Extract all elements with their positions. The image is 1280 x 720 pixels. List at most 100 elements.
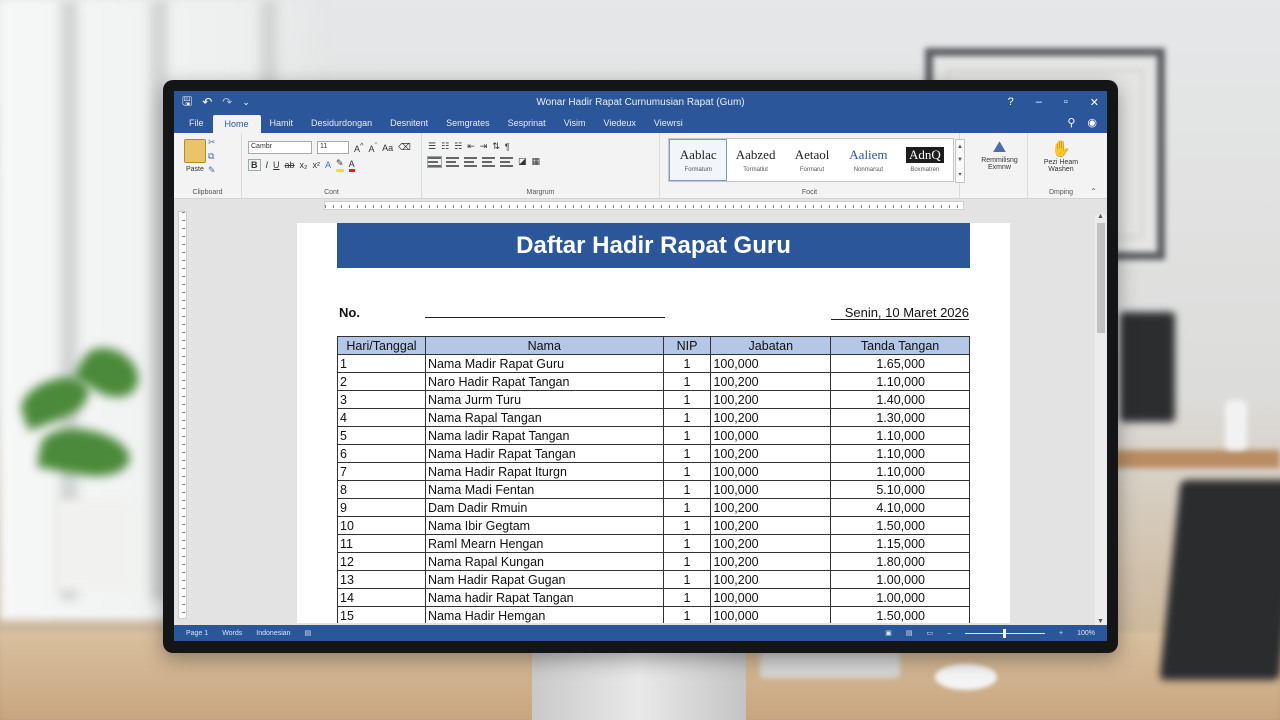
row-number[interactable]: 6 xyxy=(337,444,426,463)
cut-icon[interactable]: ✂ xyxy=(208,137,216,148)
scroll-thumb[interactable] xyxy=(1097,223,1105,333)
row-number[interactable]: 15 xyxy=(337,606,426,623)
language-indicator[interactable]: Indonesian xyxy=(256,630,290,637)
word-count[interactable]: Words xyxy=(222,630,242,637)
vertical-ruler[interactable] xyxy=(178,211,187,619)
signature-value[interactable]: 1.50,000 xyxy=(830,516,970,535)
signature-value[interactable]: 1.50,000 xyxy=(830,606,970,623)
style-title[interactable]: AdnQ Boxmatren xyxy=(897,139,953,181)
nip-value[interactable]: 1 xyxy=(662,372,712,391)
zoom-level[interactable]: 100% xyxy=(1077,630,1095,637)
nip-value[interactable]: 1 xyxy=(662,588,712,607)
signature-value[interactable]: 1.40,000 xyxy=(830,390,970,409)
position-value[interactable]: 100,000 xyxy=(710,426,832,445)
help-icon[interactable]: ? xyxy=(1008,96,1014,109)
table-row[interactable]: 5 Nama ladir Rapat Tangan 1 100,000 1.10,000 xyxy=(337,426,970,445)
nip-value[interactable]: 1 xyxy=(662,570,712,589)
tab-layout[interactable]: Desnitent xyxy=(381,118,437,133)
table-row[interactable]: 3 Nama Jurm Turu 1 100,200 1.40,000 xyxy=(337,390,970,409)
position-value[interactable]: 100,000 xyxy=(710,480,832,499)
table-row[interactable]: 10 Nama Ibir Gegtam 1 100,200 1.50,000 xyxy=(337,516,970,535)
table-row[interactable]: 6 Nama Hadir Rapat Tangan 1 100,200 1.10,000 xyxy=(337,444,970,463)
signature-value[interactable]: 1.80,000 xyxy=(830,552,970,571)
attendee-name[interactable]: Nama Rapal Kungan xyxy=(424,552,664,571)
read-mode-icon[interactable]: ▣ xyxy=(885,629,892,637)
signature-value[interactable]: 1.30,000 xyxy=(830,408,970,427)
strikethrough-icon[interactable]: ab xyxy=(285,160,295,170)
style-heading-1[interactable]: Aetaol Formarut xyxy=(784,139,840,181)
dictate-label-1[interactable]: Pezi Heam xyxy=(1034,159,1088,166)
nip-value[interactable]: 1 xyxy=(662,498,712,517)
row-number[interactable]: 9 xyxy=(337,498,426,517)
font-size-combo[interactable]: 11 xyxy=(317,141,349,154)
position-value[interactable]: 100,200 xyxy=(710,498,832,517)
signature-value[interactable]: 1.65,000 xyxy=(830,354,970,373)
subscript-icon[interactable]: x₂ xyxy=(300,160,308,170)
position-value[interactable]: 100,200 xyxy=(710,390,832,409)
justify-icon[interactable] xyxy=(482,156,495,167)
tab-mailings[interactable]: Sesprinat xyxy=(499,118,555,133)
position-value[interactable]: 100,200 xyxy=(710,444,832,463)
nip-value[interactable]: 1 xyxy=(662,444,712,463)
align-right-icon[interactable] xyxy=(464,156,477,167)
collapse-ribbon-icon[interactable]: ⌃ xyxy=(1090,187,1097,196)
signature-value[interactable]: 1.00,000 xyxy=(830,588,970,607)
dictate-icon[interactable]: ✋ xyxy=(1034,139,1088,159)
multilevel-list-icon[interactable]: ☵ xyxy=(454,141,462,152)
signature-value[interactable]: 1.15,000 xyxy=(830,534,970,553)
chevron-up-icon[interactable]: ▲ xyxy=(957,144,963,150)
attendee-name[interactable]: Raml Mearn Hengan xyxy=(424,534,664,553)
tab-view[interactable]: Viedeux xyxy=(595,118,645,133)
copy-icon[interactable]: ⧉ xyxy=(208,151,216,162)
position-value[interactable]: 100,200 xyxy=(710,570,832,589)
row-number[interactable]: 7 xyxy=(337,462,426,481)
signature-value[interactable]: 1.10,000 xyxy=(830,462,970,481)
editing-label-1[interactable]: Remmilisng xyxy=(978,157,1021,164)
position-value[interactable]: 100,200 xyxy=(710,534,832,553)
nip-value[interactable]: 1 xyxy=(662,606,712,623)
show-marks-icon[interactable]: ¶ xyxy=(505,142,510,152)
position-value[interactable]: 100,000 xyxy=(710,462,832,481)
nip-value[interactable]: 1 xyxy=(662,408,712,427)
table-row[interactable]: 12 Nama Rapal Kungan 1 100,200 1.80,000 xyxy=(337,552,970,571)
styles-pane-icon[interactable]: ⛰ xyxy=(978,139,1021,157)
clear-formatting-icon[interactable]: ⌫ xyxy=(398,142,411,153)
align-center-icon[interactable] xyxy=(446,156,459,167)
account-icon[interactable]: ⚲ xyxy=(1067,116,1075,129)
increase-indent-icon[interactable]: ⇥ xyxy=(480,141,488,152)
font-name-combo[interactable]: Cambr xyxy=(248,141,312,154)
scroll-down-icon[interactable]: ▼ xyxy=(1097,618,1104,625)
tab-home[interactable]: Home xyxy=(212,115,261,133)
row-number[interactable]: 14 xyxy=(337,588,426,607)
align-left-icon[interactable] xyxy=(427,155,442,168)
restore-button[interactable]: ▫ xyxy=(1064,96,1068,109)
zoom-slider[interactable] xyxy=(965,628,1045,638)
table-row[interactable]: 11 Raml Mearn Hengan 1 100,200 1.15,000 xyxy=(337,534,970,553)
accessibility-icon[interactable]: ▤ xyxy=(305,629,312,637)
table-row[interactable]: 13 Nam Hadir Rapat Gugan 1 100,200 1.00,000 xyxy=(337,570,970,589)
bold-button[interactable]: B xyxy=(248,159,261,171)
zoom-in-icon[interactable]: + xyxy=(1059,630,1063,637)
page-count[interactable]: Page 1 xyxy=(186,630,208,637)
table-row[interactable]: 2 Naro Hadir Rapat Tangan 1 100,200 1.10,000 xyxy=(337,372,970,391)
table-row[interactable]: 9 Dam Dadir Rmuin 1 100,200 4.10,000 xyxy=(337,498,970,517)
row-number[interactable]: 1 xyxy=(337,354,426,373)
signature-value[interactable]: 1.10,000 xyxy=(830,426,970,445)
italic-button[interactable]: I xyxy=(266,160,269,170)
horizontal-ruler[interactable] xyxy=(324,201,964,210)
tab-insert[interactable]: Hamit xyxy=(261,118,303,133)
position-value[interactable]: 100,000 xyxy=(710,354,832,373)
row-number[interactable]: 3 xyxy=(337,390,426,409)
attendee-name[interactable]: Nama Jurm Turu xyxy=(424,390,664,409)
nip-value[interactable]: 1 xyxy=(662,354,712,373)
attendee-name[interactable]: Nama ladir Rapat Tangan xyxy=(424,426,664,445)
nip-value[interactable]: 1 xyxy=(662,426,712,445)
position-value[interactable]: 100,200 xyxy=(710,372,832,391)
styles-scroll[interactable]: ▲ ▼ ▾ xyxy=(955,139,965,183)
zoom-out-icon[interactable]: – xyxy=(947,630,951,637)
tab-review[interactable]: Visim xyxy=(555,118,595,133)
table-row[interactable]: 1 Nama Madir Rapat Guru 1 100,000 1.65,000 xyxy=(337,354,970,373)
attendee-name[interactable]: Nam Hadir Rapat Gugan xyxy=(424,570,664,589)
attendee-name[interactable]: Nama Madi Fentan xyxy=(424,480,664,499)
table-row[interactable]: 8 Nama Madi Fentan 1 100,000 5.10,000 xyxy=(337,480,970,499)
